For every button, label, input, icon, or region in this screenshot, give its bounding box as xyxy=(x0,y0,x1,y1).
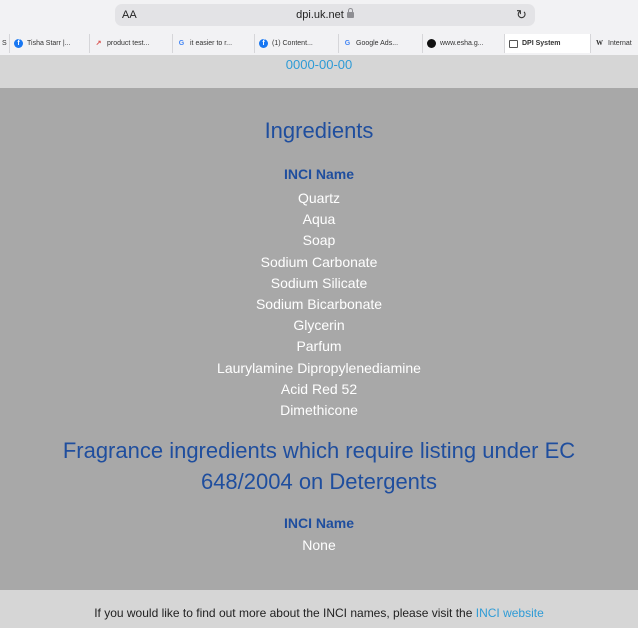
google-icon: G xyxy=(178,40,185,47)
tab-partial[interactable]: S xyxy=(0,34,10,53)
tab-bar: S f Tisha Starr |... ↗ product test... Git… xyxy=(0,34,638,53)
list-item: Acid Red 52 xyxy=(280,380,358,397)
ingredients-section: Ingredients INCI Name Quartz Aqua Soap S… xyxy=(0,96,638,590)
list-item: Sodium Silicate xyxy=(270,274,368,291)
footer-text: If you would like to find out more about… xyxy=(94,606,544,620)
tab-0[interactable]: f Tisha Starr |... xyxy=(10,34,90,53)
tab-2[interactable]: Git easier to r... xyxy=(173,34,255,53)
fragrance-value: None xyxy=(302,537,336,553)
facebook-icon: f xyxy=(14,39,23,48)
wikipedia-icon: W xyxy=(596,39,603,47)
chart-icon: ↗ xyxy=(95,40,102,47)
tab-5[interactable]: www.esha.g... xyxy=(423,34,505,53)
inci-name-header: INCI Name xyxy=(283,166,355,182)
fragrance-inci-name-header: INCI Name xyxy=(283,515,355,531)
inci-website-link[interactable]: INCI website xyxy=(476,606,544,620)
list-item: Glycerin xyxy=(293,317,345,334)
text-size-button[interactable]: AA xyxy=(122,9,137,21)
document-icon xyxy=(509,39,518,48)
list-item: Parfum xyxy=(296,338,342,355)
fragrance-heading: Fragrance ingredients which require list… xyxy=(62,438,576,494)
url-text: dpi.uk.net xyxy=(115,8,535,21)
list-item: Sodium Bicarbonate xyxy=(255,296,383,313)
list-item: Laurylamine Dipropylenediamine xyxy=(217,359,421,376)
google-icon: G xyxy=(344,40,351,47)
list-item: Sodium Carbonate xyxy=(260,253,378,270)
date-text: 0000-00-00 xyxy=(285,57,353,72)
list-item: Soap xyxy=(302,232,336,249)
ingredients-heading: Ingredients xyxy=(264,118,374,143)
tab-7[interactable]: W Internat xyxy=(591,34,638,53)
tab-4[interactable]: G Google Ads... xyxy=(339,34,423,53)
facebook-icon: f xyxy=(259,39,268,48)
tab-1[interactable]: ↗ product test... xyxy=(90,34,173,53)
address-bar[interactable]: dpi.uk.net xyxy=(115,4,535,26)
footer: If you would like to find out more about… xyxy=(0,590,638,628)
lock-icon xyxy=(346,8,354,18)
list-item: Aqua xyxy=(302,211,336,228)
list-item: Quartz xyxy=(297,190,340,206)
github-icon xyxy=(427,39,436,48)
tab-3[interactable]: f (1) Content... xyxy=(255,34,339,53)
list-item: Dimethicone xyxy=(280,402,358,419)
page-header-strip: 0000-00-00 xyxy=(0,55,638,88)
tab-6-active[interactable]: DPI System xyxy=(505,34,591,53)
browser-chrome: dpi.uk.net AA ↻ S f Tisha Starr |... ↗ pro… xyxy=(0,0,638,55)
reload-icon[interactable]: ↻ xyxy=(516,7,527,23)
ingredient-list: Quartz Aqua Soap Sodium Carbonate Sodium… xyxy=(0,188,638,421)
